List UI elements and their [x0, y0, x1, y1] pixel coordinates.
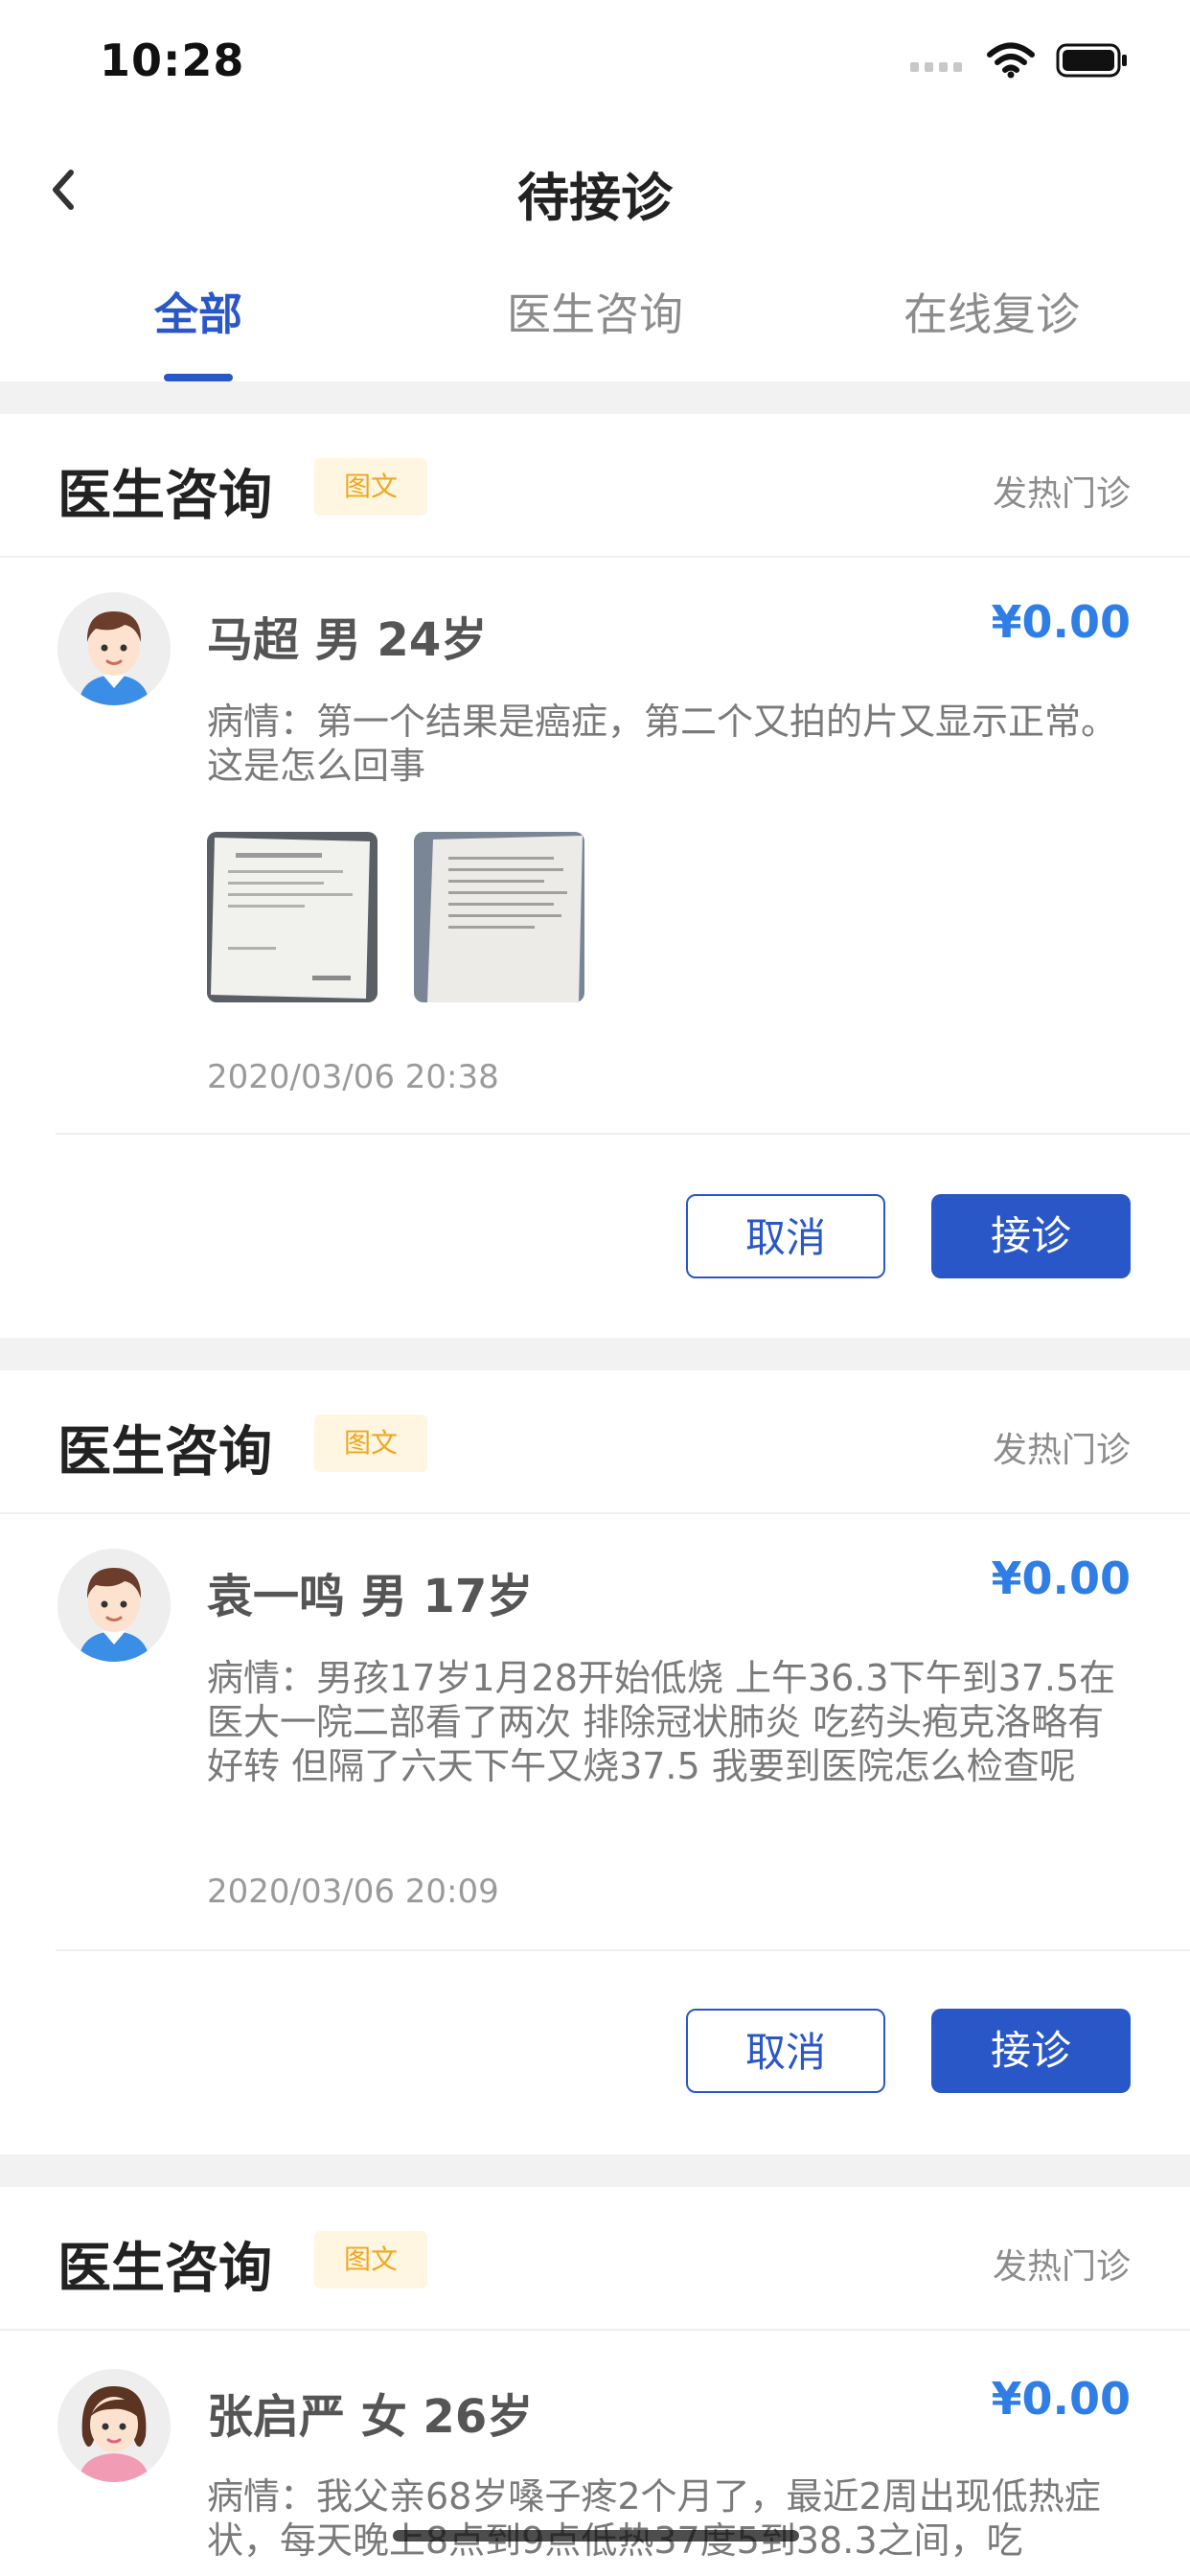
- patient-info: 马超 男 24岁: [207, 613, 488, 667]
- status-icons: [910, 42, 1129, 79]
- tab-active-indicator: [164, 374, 233, 381]
- consult-price: ¥0.00: [991, 1552, 1131, 1604]
- tab-online-revisit[interactable]: 在线复诊: [793, 280, 1190, 343]
- condition-text: 病情：第一个结果是癌症，第二个又拍的片又显示正常。这是怎么回事: [207, 701, 1118, 787]
- tab-doctor-consult[interactable]: 医生咨询: [397, 280, 793, 343]
- patient-info: 袁一鸣 男 17岁: [207, 1570, 534, 1623]
- consult-type: 医生咨询: [57, 1421, 272, 1484]
- divider: [56, 1949, 1190, 1951]
- consult-tag: 图文: [314, 458, 427, 516]
- section-gap: [0, 381, 1190, 414]
- cancel-button[interactable]: 取消: [686, 2009, 885, 2093]
- department-label: 发热门诊: [992, 474, 1131, 514]
- condition-text: 病情：我父亲68岁嗓子疼2个月了，最近2周出现低热症状，每天晚上8点到9点低热3…: [207, 2475, 1101, 2562]
- status-bar: 10:28: [0, 0, 1190, 126]
- consult-card[interactable]: 医生咨询 图文 发热门诊 张启严 女 26岁 ¥0.00 病情：我父亲68岁嗓子…: [0, 2187, 1190, 2576]
- avatar: [57, 592, 171, 705]
- document-photo-icon: [414, 832, 584, 1002]
- status-time: 10:28: [100, 34, 245, 86]
- consult-date: 2020/03/06 20:09: [207, 1873, 499, 1911]
- battery-icon: [1056, 43, 1127, 78]
- consult-card[interactable]: 医生咨询 图文 发热门诊 马超 男 24岁 ¥0.00 病情：第一个结果是癌症，…: [0, 414, 1190, 1338]
- consult-date: 2020/03/06 20:38: [207, 1058, 499, 1096]
- patient-info: 张启严 女 26岁: [207, 2390, 534, 2444]
- male-avatar-icon: [57, 592, 171, 705]
- home-indicator: [393, 2530, 799, 2542]
- accept-button[interactable]: 接诊: [931, 1194, 1131, 1278]
- tab-label: 医生咨询: [507, 288, 683, 340]
- page-title: 待接诊: [517, 168, 673, 228]
- condition-text: 病情：男孩17岁1月28开始低烧 上午36.3下午到37.5在医大一院二部看了两…: [207, 1657, 1116, 1787]
- consult-type: 医生咨询: [57, 2238, 272, 2300]
- tab-label: 全部: [154, 288, 242, 340]
- section-gap: [0, 1338, 1190, 1370]
- tab-label: 在线复诊: [904, 288, 1080, 340]
- attachment-image[interactable]: [207, 832, 378, 1002]
- attachment-image[interactable]: [414, 832, 584, 1002]
- avatar: [57, 1549, 171, 1662]
- female-avatar-icon: [57, 2369, 171, 2482]
- consult-price: ¥0.00: [991, 596, 1131, 648]
- avatar: [57, 2369, 171, 2482]
- department-label: 发热门诊: [992, 1431, 1131, 1470]
- male-avatar-icon: [57, 1549, 171, 1662]
- card-header: 医生咨询 图文 发热门诊: [0, 414, 1190, 558]
- nav-bar: 待接诊: [0, 126, 1190, 251]
- consult-tag: 图文: [314, 1414, 427, 1472]
- department-label: 发热门诊: [992, 2247, 1131, 2287]
- card-header: 医生咨询 图文 发热门诊: [0, 1370, 1190, 1514]
- wifi-icon: [987, 42, 1035, 79]
- signal-icon: [910, 62, 962, 72]
- section-gap: [0, 2154, 1190, 2187]
- card-header: 医生咨询 图文 发热门诊: [0, 2187, 1190, 2331]
- divider: [56, 1133, 1190, 1135]
- consult-type: 医生咨询: [57, 465, 272, 527]
- consult-tag: 图文: [314, 2231, 427, 2288]
- document-photo-icon: [207, 832, 378, 1002]
- tab-all[interactable]: 全部: [0, 280, 397, 381]
- consult-card[interactable]: 医生咨询 图文 发热门诊 袁一鸣 男 17岁 ¥0.00 病情：男孩17岁1月2…: [0, 1370, 1190, 2154]
- cancel-button[interactable]: 取消: [686, 1194, 885, 1278]
- tab-bar: 全部 医生咨询 在线复诊: [0, 251, 1190, 381]
- consult-price: ¥0.00: [991, 2373, 1131, 2425]
- accept-button[interactable]: 接诊: [931, 2009, 1131, 2093]
